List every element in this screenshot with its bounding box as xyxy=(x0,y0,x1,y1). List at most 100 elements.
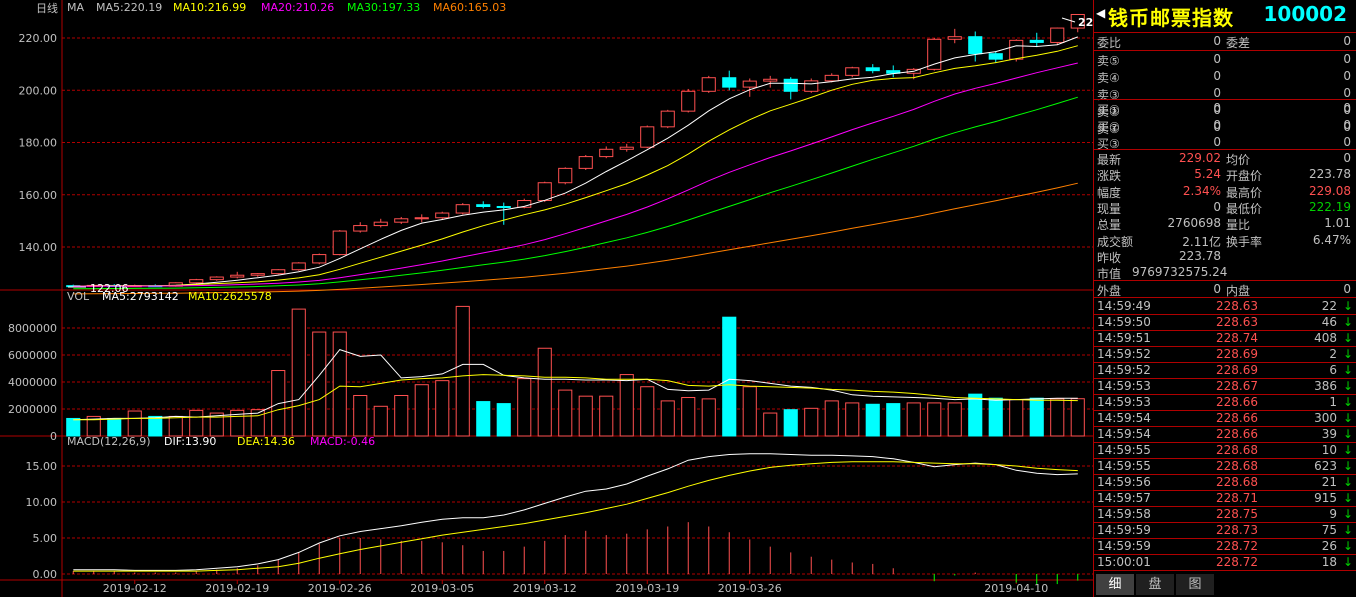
up-volume-bar xyxy=(353,395,368,437)
volume-ma10-line xyxy=(73,374,1078,421)
buy-volume: 0 xyxy=(1343,135,1351,149)
tick-down-arrow-icon: ↓ xyxy=(1342,427,1353,441)
up-candle xyxy=(312,254,327,264)
quote-value: 0 xyxy=(1343,151,1351,165)
buy-row: 买① 0 0 xyxy=(1094,100,1356,117)
down-candle xyxy=(988,53,1003,60)
tick-price: 228.68 xyxy=(1216,443,1258,457)
date-tick-label: 2019-03-19 xyxy=(615,582,679,595)
up-volume-bar xyxy=(1009,399,1024,437)
sell-volume: 0 xyxy=(1343,52,1351,66)
up-volume-bar xyxy=(906,402,921,437)
up-volume-bar xyxy=(394,395,409,437)
quote-row: 市值 9769732575.24 xyxy=(1094,264,1356,281)
buy-level-label: 买① xyxy=(1097,103,1120,117)
up-candle xyxy=(681,90,696,112)
sell-row: 卖⑤ 0 0 xyxy=(1094,51,1356,68)
down-volume-bar xyxy=(722,316,737,437)
up-volume-bar xyxy=(291,308,306,437)
sell-level-label: 卖⑤ xyxy=(1097,54,1120,68)
sell-price: 0 xyxy=(1213,86,1221,100)
ma-label: MA xyxy=(67,1,84,14)
waipan-row: 外盘 0 内盘 0 xyxy=(1094,281,1356,298)
quote-panel: ◀ 钱币邮票指数 100002 委比 0 委差 0 卖⑤ 0 0 卖④ 0 0 卖③ 0 0 卖② 0 0 卖①… xyxy=(1093,0,1356,597)
up-candle xyxy=(927,38,942,70)
up-candle xyxy=(701,77,716,92)
tick-down-arrow-icon: ↓ xyxy=(1342,299,1353,313)
date-tick-label: 2019-04-10 xyxy=(984,582,1048,595)
ma60-label: MA60:165.03 xyxy=(433,1,506,14)
up-volume-bar xyxy=(189,409,204,437)
tick-row: 14:59:53 228.66 1 ↓ xyxy=(1094,394,1356,411)
tick-price: 228.69 xyxy=(1216,347,1258,361)
up-volume-bar xyxy=(619,374,634,437)
tick-row: 14:59:51 228.74 408 ↓ xyxy=(1094,330,1356,347)
tick-price: 228.69 xyxy=(1216,363,1258,377)
tick-volume: 21 xyxy=(1321,475,1337,489)
volume-tick-label: 0 xyxy=(50,430,57,443)
tick-down-arrow-icon: ↓ xyxy=(1342,523,1353,537)
down-volume-bar xyxy=(886,403,901,437)
up-volume-bar xyxy=(168,415,183,437)
tick-volume: 18 xyxy=(1321,555,1337,569)
tick-volume: 915 xyxy=(1314,491,1337,505)
sell-price: 0 xyxy=(1213,69,1221,83)
macd-tick-label: 15.00 xyxy=(26,460,58,473)
tick-price: 228.63 xyxy=(1216,299,1258,313)
up-candle xyxy=(578,156,593,169)
kline-chart[interactable]: 220.00 200.00 180.00 160.00 140.00 8000000 600… xyxy=(0,0,1093,597)
buy-volume: 0 xyxy=(1343,101,1351,115)
tick-volume: 408 xyxy=(1314,331,1337,345)
up-candle xyxy=(845,67,860,76)
tick-row: 14:59:58 228.75 9 ↓ xyxy=(1094,506,1356,523)
down-volume-bar xyxy=(865,403,880,437)
up-candle xyxy=(394,218,409,223)
tab-orderbook[interactable]: 盘 xyxy=(1136,574,1174,595)
tick-price: 228.73 xyxy=(1216,523,1258,537)
tick-time: 14:59:50 xyxy=(1097,315,1151,329)
tick-time: 14:59:59 xyxy=(1097,523,1151,537)
weicha-value: 0 xyxy=(1343,34,1351,48)
buy-price: 0 xyxy=(1213,135,1221,149)
up-candle xyxy=(619,146,634,150)
quote-value: 5.24 xyxy=(1194,167,1221,182)
tick-time: 14:59:54 xyxy=(1097,411,1151,425)
ma20-label: MA20:210.26 xyxy=(261,1,334,14)
tick-down-arrow-icon: ↓ xyxy=(1342,507,1353,521)
down-volume-bar xyxy=(968,393,983,437)
up-volume-bar xyxy=(640,386,655,437)
date-tick-label: 2019-03-12 xyxy=(513,582,577,595)
macd-label: MACD(12,26,9) xyxy=(67,435,151,448)
quote-row: 涨跌 5.24 开盘价 223.78 xyxy=(1094,166,1356,183)
tick-volume: 300 xyxy=(1314,411,1337,425)
up-candle xyxy=(742,80,757,88)
sell-row: 卖④ 0 0 xyxy=(1094,68,1356,85)
tick-time: 14:59:54 xyxy=(1097,427,1151,441)
tick-row: 14:59:52 228.69 2 ↓ xyxy=(1094,346,1356,363)
tick-volume: 46 xyxy=(1321,315,1337,329)
panel-separator xyxy=(1094,570,1356,571)
quote-title-bar: ◀ 钱币邮票指数 100002 xyxy=(1094,0,1356,30)
quote-row: 总量 2760698 量比 1.01 xyxy=(1094,215,1356,232)
up-volume-bar xyxy=(804,407,819,437)
up-candle xyxy=(414,217,429,220)
tab-detail[interactable]: 细 xyxy=(1096,574,1134,595)
tick-time: 14:59:56 xyxy=(1097,475,1151,489)
up-volume-bar xyxy=(845,402,860,437)
quote-value: 6.47% xyxy=(1312,232,1351,247)
up-volume-bar xyxy=(332,331,347,437)
up-volume-bar xyxy=(599,395,614,437)
tick-down-arrow-icon: ↓ xyxy=(1342,459,1353,473)
tick-down-arrow-icon: ↓ xyxy=(1342,475,1353,489)
collapse-arrow-icon[interactable]: ◀ xyxy=(1096,6,1105,20)
down-volume-bar xyxy=(66,417,81,437)
up-candle xyxy=(435,212,450,219)
tick-down-arrow-icon: ↓ xyxy=(1342,379,1353,393)
macd-tick-label: 0.00 xyxy=(33,568,58,581)
tick-volume: 75 xyxy=(1321,523,1337,537)
tab-chart[interactable]: 图 xyxy=(1176,574,1214,595)
up-candle xyxy=(373,221,388,227)
tick-time: 14:59:57 xyxy=(1097,491,1151,505)
tick-row: 14:59:52 228.69 6 ↓ xyxy=(1094,362,1356,379)
tick-price: 228.71 xyxy=(1216,491,1258,505)
